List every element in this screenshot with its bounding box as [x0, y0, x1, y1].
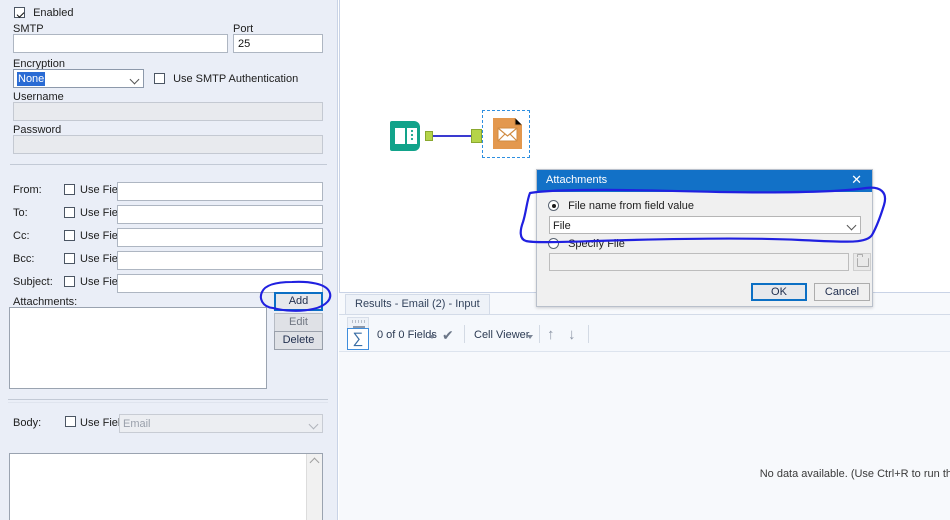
use-smtp-auth-checkbox[interactable]: [154, 73, 165, 84]
bcc-label: Bcc:: [13, 253, 35, 265]
specify-file-label: Specify File: [568, 238, 625, 250]
subject-label: Subject:: [13, 276, 53, 288]
toolbar-divider: [588, 325, 589, 343]
section-divider-2: [8, 399, 328, 400]
ok-button[interactable]: OK: [751, 283, 807, 301]
username-input[interactable]: [13, 102, 323, 121]
use-smtp-auth-row[interactable]: Use SMTP Authentication: [154, 73, 298, 86]
body-scrollbar[interactable]: [306, 454, 322, 520]
specify-file-input[interactable]: [549, 253, 849, 271]
specify-file-option-row[interactable]: Specify File: [548, 238, 625, 251]
subject-use-field-checkbox[interactable]: [64, 276, 75, 287]
section-divider-1: [10, 164, 327, 165]
chevron-down-icon: [308, 419, 319, 430]
scroll-up-arrow-icon[interactable]: [309, 457, 320, 468]
drag-grip-icon[interactable]: [352, 320, 366, 323]
attachment-edit-button[interactable]: Edit: [274, 313, 323, 332]
next-record-arrow-icon[interactable]: ↓: [568, 326, 576, 343]
file-name-from-field-label: File name from field value: [568, 200, 695, 212]
chevron-down-icon: [129, 74, 140, 85]
use-smtp-auth-label: Use SMTP Authentication: [173, 73, 299, 85]
results-tab[interactable]: Results - Email (2) - Input: [345, 294, 490, 314]
connector-line[interactable]: [433, 135, 472, 137]
field-dropdown[interactable]: File: [549, 216, 861, 234]
body-field-dropdown[interactable]: Email: [119, 414, 323, 433]
attachment-add-button[interactable]: Add: [274, 292, 323, 311]
to-use-field-checkbox[interactable]: [64, 207, 75, 218]
to-input[interactable]: [117, 205, 323, 224]
input-data-tool[interactable]: [389, 119, 423, 153]
results-toolbar: 0 of 0 Fields ✔ Cell Viewer ↑ ↓: [339, 315, 950, 352]
enabled-label: Enabled: [33, 7, 74, 19]
enabled-checkbox[interactable]: [14, 7, 25, 18]
toolbar-divider: [539, 325, 540, 343]
browse-folder-button[interactable]: [853, 253, 871, 271]
attachments-list[interactable]: [9, 307, 267, 389]
envelope-icon: [493, 118, 522, 149]
body-field-value: Email: [123, 418, 151, 430]
file-name-from-field-radio[interactable]: [548, 200, 559, 211]
password-input[interactable]: [13, 135, 323, 154]
book-icon: [390, 121, 420, 151]
cc-label: Cc:: [13, 230, 30, 242]
dialog-title: Attachments: [546, 174, 608, 186]
previous-record-arrow-icon[interactable]: ↑: [547, 326, 555, 343]
from-use-field-checkbox[interactable]: [64, 184, 75, 195]
field-value-option-row[interactable]: File name from field value: [548, 200, 694, 213]
chevron-down-icon[interactable]: [429, 335, 435, 339]
email-tool-config-panel: Enabled SMTP Port Encryption None Use SM…: [0, 0, 338, 520]
encryption-dropdown[interactable]: None: [13, 69, 144, 88]
email-tool[interactable]: [491, 117, 524, 150]
panel-divider: [337, 0, 338, 520]
results-panel: Results - Email (2) - Input 0 of 0 Field…: [339, 292, 950, 520]
cc-input[interactable]: [117, 228, 323, 247]
field-dropdown-value: File: [553, 220, 571, 232]
to-label: To:: [13, 207, 28, 219]
encryption-selected-value: None: [17, 72, 46, 86]
summary-stats-button[interactable]: ∑: [347, 328, 369, 350]
email-input-port[interactable]: [471, 129, 482, 143]
close-icon[interactable]: ✕: [851, 173, 862, 187]
chevron-down-icon: [846, 220, 857, 231]
subject-input[interactable]: [117, 274, 323, 293]
no-data-message: No data available. (Use Ctrl+R to run th: [759, 468, 950, 480]
from-label: From:: [13, 184, 42, 196]
attachments-dialog: Attachments ✕ File name from field value…: [536, 169, 873, 307]
results-toolbar-underline: [339, 351, 950, 352]
input-data-output-port[interactable]: [425, 131, 433, 141]
bcc-use-field-checkbox[interactable]: [64, 253, 75, 264]
attachment-delete-button[interactable]: Delete: [274, 331, 323, 350]
dialog-titlebar[interactable]: Attachments ✕: [537, 170, 872, 192]
smtp-input[interactable]: [13, 34, 228, 53]
specify-file-radio[interactable]: [548, 238, 559, 249]
body-textarea[interactable]: [9, 453, 323, 520]
fields-count-label[interactable]: 0 of 0 Fields: [377, 329, 437, 341]
folder-icon: [856, 254, 869, 267]
canvas-left-edge: [339, 0, 340, 292]
bcc-input[interactable]: [117, 251, 323, 270]
chevron-down-icon[interactable]: [527, 335, 533, 339]
body-label: Body:: [13, 417, 42, 429]
port-input[interactable]: [233, 34, 323, 53]
section-divider-2b: [8, 402, 328, 403]
select-fields-check-icon[interactable]: ✔: [442, 327, 454, 344]
cell-viewer-label[interactable]: Cell Viewer: [474, 329, 529, 341]
body-use-field-checkbox[interactable]: [65, 416, 76, 427]
cancel-button[interactable]: Cancel: [814, 283, 870, 301]
from-input[interactable]: [117, 182, 323, 201]
cc-use-field-checkbox[interactable]: [64, 230, 75, 241]
toolbar-divider: [464, 325, 465, 343]
enabled-checkbox-row[interactable]: Enabled: [14, 7, 73, 20]
